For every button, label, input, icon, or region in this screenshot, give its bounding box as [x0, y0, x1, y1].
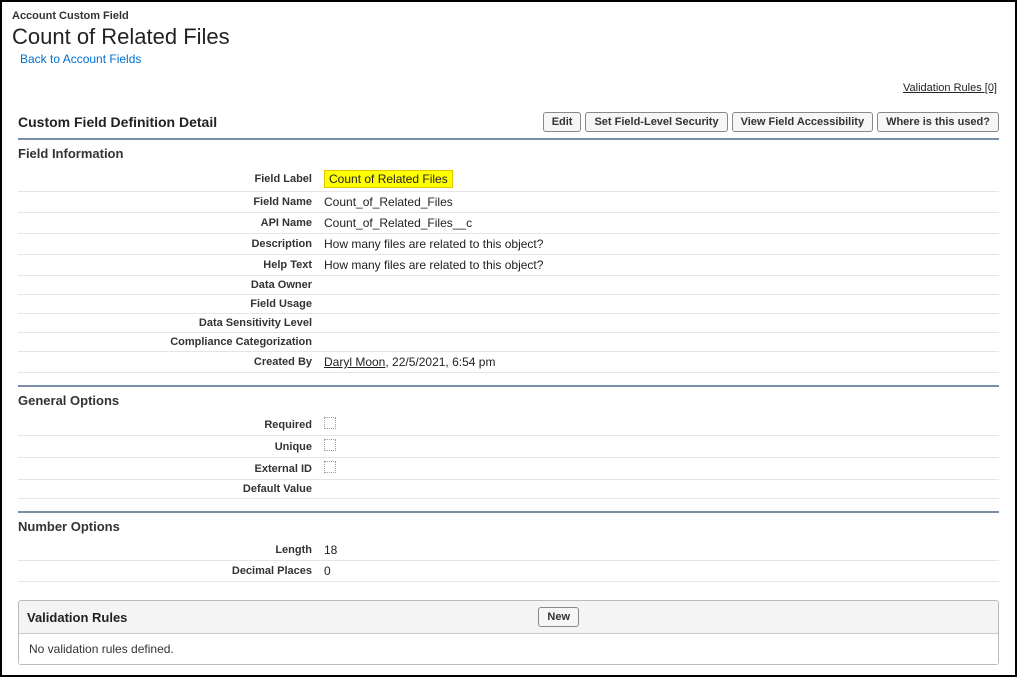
- number-options-heading: Number Options: [18, 519, 999, 534]
- checkbox-unique: [324, 439, 336, 451]
- validation-rules-related-list: Validation Rules New No validation rules…: [18, 600, 999, 665]
- label-field-usage: Field Usage: [18, 295, 318, 314]
- checkbox-external-id: [324, 461, 336, 473]
- value-description: How many files are related to this objec…: [318, 234, 999, 255]
- created-by-user-link[interactable]: Daryl Moon: [324, 355, 385, 369]
- where-used-button[interactable]: Where is this used?: [877, 112, 999, 132]
- label-description: Description: [18, 234, 318, 255]
- label-created-by: Created By: [18, 352, 318, 373]
- value-compliance: [318, 333, 999, 352]
- checkbox-required: [324, 417, 336, 429]
- edit-button[interactable]: Edit: [543, 112, 582, 132]
- label-length: Length: [18, 540, 318, 561]
- view-accessibility-button[interactable]: View Field Accessibility: [732, 112, 874, 132]
- label-default-value: Default Value: [18, 480, 318, 499]
- value-length: 18: [318, 540, 999, 561]
- label-unique: Unique: [18, 436, 318, 458]
- label-data-owner: Data Owner: [18, 276, 318, 295]
- set-fls-button[interactable]: Set Field-Level Security: [585, 112, 727, 132]
- value-data-owner: [318, 276, 999, 295]
- value-default-value: [318, 480, 999, 499]
- created-by-date: , 22/5/2021, 6:54 pm: [385, 355, 495, 369]
- value-data-sensitivity: [318, 314, 999, 333]
- general-options-heading: General Options: [18, 393, 999, 408]
- value-field-label: Count of Related Files: [324, 170, 453, 188]
- label-required: Required: [18, 414, 318, 436]
- validation-rules-heading: Validation Rules: [27, 610, 127, 625]
- value-field-name: Count_of_Related_Files: [318, 192, 999, 213]
- page-title: Count of Related Files: [12, 24, 1005, 50]
- field-info-table: Field Label Count of Related Files Field…: [18, 167, 999, 373]
- value-field-usage: [318, 295, 999, 314]
- validation-rules-empty-text: No validation rules defined.: [19, 633, 998, 664]
- new-validation-rule-button[interactable]: New: [538, 607, 579, 627]
- label-compliance: Compliance Categorization: [18, 333, 318, 352]
- value-help-text: How many files are related to this objec…: [318, 255, 999, 276]
- detail-section-title: Custom Field Definition Detail: [18, 114, 217, 130]
- back-to-account-fields-link[interactable]: Back to Account Fields: [20, 52, 141, 66]
- label-help-text: Help Text: [18, 255, 318, 276]
- validation-rules-top-link[interactable]: Validation Rules [0]: [903, 82, 997, 94]
- label-api-name: API Name: [18, 213, 318, 234]
- page-subtype: Account Custom Field: [12, 10, 1005, 22]
- field-info-heading: Field Information: [18, 146, 999, 161]
- general-options-table: Required Unique External ID Default Valu…: [18, 414, 999, 499]
- label-decimal-places: Decimal Places: [18, 561, 318, 582]
- value-api-name: Count_of_Related_Files__c: [318, 213, 999, 234]
- label-external-id: External ID: [18, 458, 318, 480]
- value-created-by: Daryl Moon, 22/5/2021, 6:54 pm: [318, 352, 999, 373]
- number-options-table: Length 18 Decimal Places 0: [18, 540, 999, 582]
- label-data-sensitivity: Data Sensitivity Level: [18, 314, 318, 333]
- label-field-name: Field Name: [18, 192, 318, 213]
- label-field-label: Field Label: [18, 167, 318, 192]
- value-decimal-places: 0: [318, 561, 999, 582]
